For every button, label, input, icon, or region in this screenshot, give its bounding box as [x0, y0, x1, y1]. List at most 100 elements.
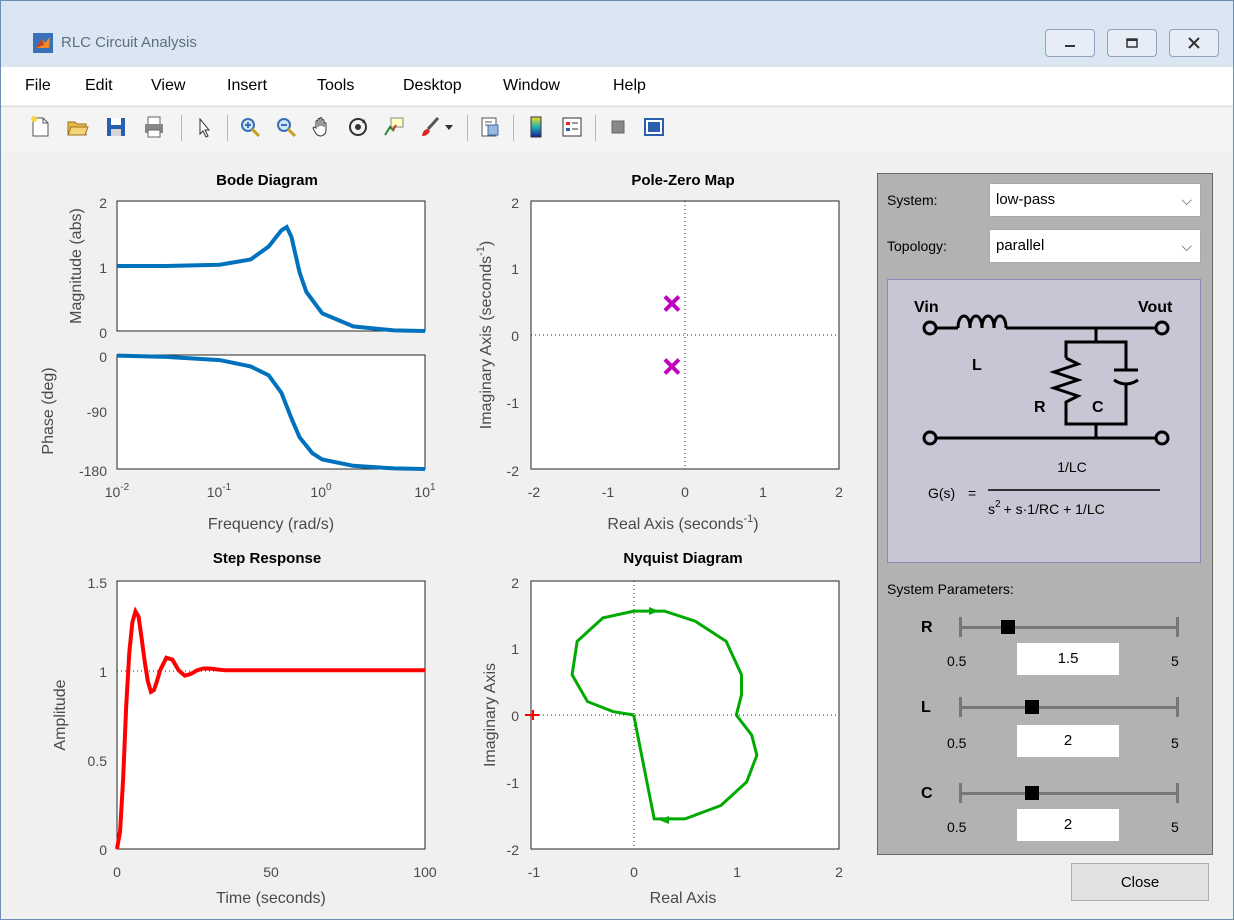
figure-window: RLC Circuit Analysis File Edit View Inse… — [0, 0, 1234, 920]
step-axes[interactable] — [116, 580, 426, 850]
slider-c-label: C — [921, 785, 933, 802]
pz-xtick: -2 — [528, 484, 541, 500]
nyquist-ytick: 2 — [511, 575, 519, 591]
pz-xtick: 0 — [681, 484, 689, 500]
vout-label: Vout — [1138, 299, 1173, 316]
equals-sign: = — [968, 485, 976, 501]
restore-button[interactable] — [1107, 29, 1157, 57]
slider-r-thumb[interactable] — [1000, 620, 1015, 634]
bode-xlabel: Frequency (rad/s) — [208, 516, 334, 533]
step-xtick: 50 — [263, 864, 279, 880]
close-window-button[interactable] — [1169, 29, 1219, 57]
minimize-button[interactable] — [1045, 29, 1095, 57]
slider-c-max: 5 — [1171, 819, 1179, 835]
bode-phase-axes[interactable] — [116, 354, 426, 470]
transfer-fn-numerator: 1/LC — [1057, 459, 1087, 475]
bode-xtick: 101 — [414, 482, 436, 500]
pz-xlabel: Real Axis (seconds-1) — [607, 513, 758, 533]
bode-phase-ytick: -180 — [79, 463, 107, 479]
step-xtick: 0 — [113, 864, 121, 880]
nyquist-ytick: 1 — [511, 641, 519, 657]
step-xtick: 100 — [413, 864, 437, 880]
close-icon — [1188, 37, 1200, 49]
slider-l-cap-right — [1176, 697, 1179, 717]
slider-l-min: 0.5 — [947, 735, 967, 751]
plots-svg: Bode Diagram 2 1 0 0 -90 -180 10-2 10-1 … — [40, 172, 843, 907]
system-parameters-label: System Parameters: — [887, 581, 1014, 597]
nyquist-xtick: 1 — [733, 864, 741, 880]
step-xlabel: Time (seconds) — [216, 890, 326, 907]
close-button[interactable]: Close — [1071, 863, 1209, 901]
transfer-fn-denominator: s2 + s·1/RC + 1/LC — [988, 499, 1105, 517]
circuit-schematic: Vin Vout L R C G(s) = 1/LC s2 + s·1/RC + … — [914, 299, 1173, 517]
slider-r-value-field[interactable]: 1.5 — [1017, 643, 1119, 675]
bode-xtick: 100 — [310, 482, 332, 500]
step-ytick: 1 — [99, 664, 107, 680]
step-ytick: 0 — [99, 842, 107, 858]
slider-c-value-field[interactable]: 2 — [1017, 809, 1119, 841]
pz-title: Pole-Zero Map — [631, 172, 734, 189]
slider-l-label: L — [921, 699, 931, 716]
pz-ytick: 0 — [511, 328, 519, 344]
nyquist-axes[interactable] — [530, 580, 840, 850]
bode-xtick: 10-1 — [207, 482, 232, 500]
capacitor-label: C — [1092, 399, 1104, 416]
slider-c-cap-left — [959, 783, 962, 803]
nyquist-ytick: 0 — [511, 708, 519, 724]
system-label: System: — [887, 192, 938, 208]
minimize-icon — [1065, 45, 1075, 47]
pz-ytick: -1 — [507, 395, 520, 411]
slider-l-track[interactable] — [959, 706, 1179, 709]
step-ytick: 1.5 — [88, 575, 108, 591]
vout-terminal — [1154, 320, 1170, 336]
topology-dropdown[interactable]: parallel ⌵ — [989, 229, 1201, 263]
pz-ytick: 2 — [511, 195, 519, 211]
slider-c-cap-right — [1176, 783, 1179, 803]
pz-xtick: -1 — [602, 484, 615, 500]
restore-icon — [1126, 38, 1138, 48]
pz-ytick: 1 — [511, 261, 519, 277]
slider-l-thumb[interactable] — [1025, 700, 1040, 714]
slider-r-cap-left — [959, 617, 962, 637]
bode-title: Bode Diagram — [216, 172, 318, 189]
slider-r-cap-right — [1176, 617, 1179, 637]
nyquist-ylabel: Imaginary Axis — [482, 663, 499, 767]
capacitor-symbol — [1113, 368, 1139, 386]
step-ytick: 0.5 — [88, 753, 108, 769]
ground-terminal-right — [1154, 430, 1170, 446]
slider-r-max: 5 — [1171, 653, 1179, 669]
resistor-label: R — [1034, 399, 1046, 416]
inductor-symbol — [956, 314, 1008, 329]
bode-mag-ytick: 1 — [99, 260, 107, 276]
system-dropdown[interactable]: low-pass ⌵ — [989, 183, 1201, 217]
slider-l-value-field[interactable]: 2 — [1017, 725, 1119, 757]
vin-terminal — [922, 320, 938, 336]
nyquist-ytick: -1 — [507, 775, 520, 791]
transfer-fn-label: G(s) — [928, 485, 955, 501]
bode-mag-ytick: 0 — [99, 325, 107, 341]
nyquist-xtick: 0 — [630, 864, 638, 880]
topology-dropdown-value: parallel — [996, 237, 1045, 254]
resistor-symbol — [1049, 356, 1128, 426]
bode-xtick: 10-2 — [105, 482, 130, 500]
nyquist-xlabel: Real Axis — [650, 890, 717, 907]
bode-phase-ylabel: Phase (deg) — [40, 367, 57, 454]
nyquist-xtick: -1 — [528, 864, 541, 880]
step-title: Step Response — [213, 550, 321, 567]
pz-ylabel: Imaginary Axis (seconds-1) — [475, 241, 495, 430]
pz-xtick: 1 — [759, 484, 767, 500]
slider-r-min: 0.5 — [947, 653, 967, 669]
pz-xtick: 2 — [835, 484, 843, 500]
slider-r-track[interactable] — [959, 626, 1179, 629]
vin-label: Vin — [914, 299, 939, 316]
circuit-diagram: Vin Vout L R C G(s) = 1/LC s2 + s·1/RC + … — [887, 279, 1201, 563]
ground-terminal-left — [922, 430, 938, 446]
nyquist-xtick: 2 — [835, 864, 843, 880]
bode-mag-ylabel: Magnitude (abs) — [68, 208, 85, 324]
slider-c-thumb[interactable] — [1025, 786, 1040, 800]
bode-phase-ytick: 0 — [99, 349, 107, 365]
inductor-label: L — [972, 357, 982, 374]
bode-phase-ytick: -90 — [87, 404, 107, 420]
slider-c-track[interactable] — [959, 792, 1179, 795]
chevron-down-icon: ⌵ — [1181, 192, 1192, 208]
